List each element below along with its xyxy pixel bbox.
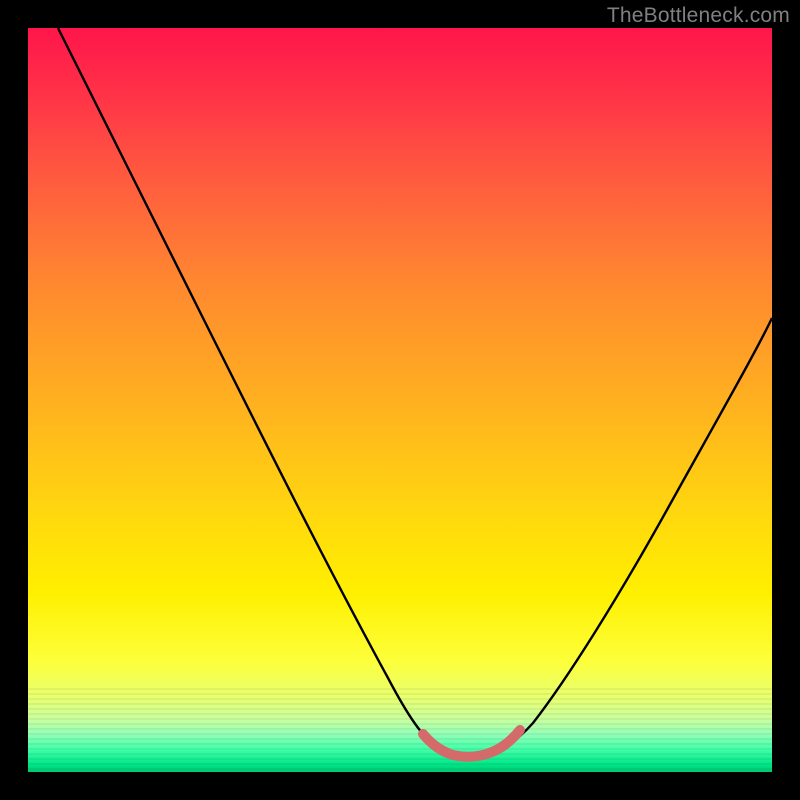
watermark: TheBottleneck.com — [607, 4, 790, 28]
plot-area — [28, 28, 772, 772]
highlight-segment — [423, 730, 520, 757]
bottleneck-curve — [28, 28, 772, 772]
chart-frame: TheBottleneck.com — [0, 0, 800, 800]
curve-path — [58, 28, 772, 755]
